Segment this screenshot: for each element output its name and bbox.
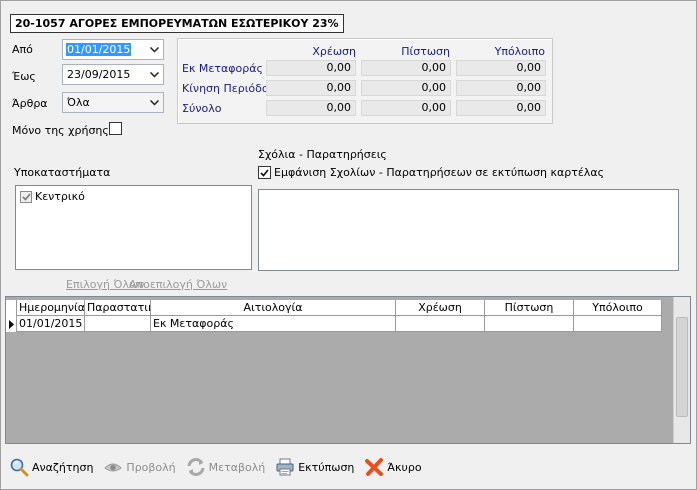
edit-button-label: Μεταβολή [208, 460, 266, 474]
summary-row-label: Σύνολο [182, 102, 222, 115]
grid-header: Ημερομηνία Παραστατικό Αιτιολογία Χρέωση… [6, 300, 662, 316]
entries-value: Όλα [67, 96, 90, 109]
cell-debit[interactable] [396, 316, 485, 332]
edit-button[interactable]: Μεταβολή [185, 456, 266, 478]
cancel-button[interactable]: Άκυρο [363, 456, 422, 478]
show-comments-checkbox[interactable] [258, 166, 271, 179]
summary-cell: 0,00 [456, 80, 546, 96]
grid-corner [6, 300, 17, 316]
cell-document[interactable] [85, 316, 151, 332]
x-icon [363, 456, 385, 478]
deselect-all-link[interactable]: Αποεπιλογή Όλων [129, 278, 227, 291]
chevron-down-icon[interactable] [146, 40, 163, 59]
entries-label: Άρθρα [12, 97, 48, 110]
table-row[interactable]: 01/01/2015 Εκ Μεταφοράς [6, 316, 662, 332]
comments-textarea[interactable] [258, 189, 679, 271]
cancel-button-label: Άκυρο [387, 460, 422, 474]
eye-icon [102, 456, 124, 478]
summary-cell: 0,00 [361, 60, 451, 76]
summary-cell: 0,00 [456, 60, 546, 76]
branch-label: Κεντρικό [35, 190, 85, 203]
from-label: Από [12, 43, 33, 56]
triangle-right-icon [6, 316, 17, 332]
scrollbar-thumb[interactable] [676, 317, 688, 417]
search-button[interactable]: Αναζήτηση [8, 456, 93, 478]
summary-cell: 0,00 [361, 80, 451, 96]
summary-cell: 0,00 [266, 80, 356, 96]
chevron-down-icon[interactable] [146, 93, 163, 112]
printer-icon [274, 456, 296, 478]
summary-header-balance: Υπόλοιπο [494, 45, 545, 58]
to-label: Έως [12, 70, 36, 83]
cell-credit[interactable] [485, 316, 574, 332]
entries-grid[interactable]: Ημερομηνία Παραστατικό Αιτιολογία Χρέωση… [5, 296, 691, 444]
column-header-balance[interactable]: Υπόλοιπο [574, 300, 662, 316]
column-header-credit[interactable]: Πίστωση [485, 300, 574, 316]
year-only-label: Μόνο της χρήσης [12, 124, 109, 137]
refresh-icon [185, 456, 207, 478]
summary-header-credit: Πίστωση [401, 45, 450, 58]
summary-header-debit: Χρέωση [312, 45, 356, 58]
comments-label: Σχόλια - Παρατηρήσεις [258, 148, 387, 161]
column-header-debit[interactable]: Χρέωση [396, 300, 485, 316]
to-date-combo[interactable]: 23/09/2015 [62, 64, 164, 85]
year-only-checkbox[interactable] [109, 122, 122, 135]
print-button[interactable]: Εκτύπωση [274, 456, 354, 478]
column-header-document[interactable]: Παραστατικό [85, 300, 151, 316]
cell-reason[interactable]: Εκ Μεταφοράς [151, 316, 396, 332]
from-date-combo[interactable]: 01/01/2015 [62, 39, 164, 60]
magnifier-icon [8, 456, 30, 478]
summary-row-label: Εκ Μεταφοράς [182, 62, 263, 75]
from-date-value: 01/01/2015 [66, 43, 132, 56]
vertical-scrollbar[interactable] [673, 297, 690, 443]
cell-balance[interactable] [574, 316, 662, 332]
account-title: 20-1057 ΑΓΟΡΕΣ ΕΜΠΟΡΕΥΜΑΤΩΝ ΕΣΩΤΕΡΙΚΟΥ 2… [10, 14, 344, 33]
summary-row-label: Κίνηση Περιόδου [182, 82, 275, 95]
view-button[interactable]: Προβολή [102, 456, 176, 478]
column-header-date[interactable]: Ημερομηνία [17, 300, 85, 316]
check-icon[interactable] [20, 190, 32, 203]
cell-date[interactable]: 01/01/2015 [17, 316, 85, 332]
view-button-label: Προβολή [126, 460, 176, 474]
summary-cell: 0,00 [266, 60, 356, 76]
entries-combo[interactable]: Όλα [62, 92, 164, 113]
show-comments-label: Εμφάνιση Σχολίων - Παρατηρήσεων σε εκτύπ… [274, 166, 605, 179]
bottom-toolbar: Αναζήτηση Προβολή Μεταβολή Εκτύπωση Άκυρ… [8, 454, 431, 480]
show-comments-option[interactable]: Εμφάνιση Σχολίων - Παρατηρήσεων σε εκτύπ… [258, 166, 604, 179]
branches-label: Υποκαταστήματα [14, 166, 111, 179]
list-item[interactable]: Κεντρικό [20, 190, 85, 203]
summary-cell: 0,00 [266, 100, 356, 116]
search-button-label: Αναζήτηση [32, 460, 94, 474]
summary-cell: 0,00 [456, 100, 546, 116]
branches-list[interactable]: Κεντρικό [15, 185, 252, 270]
chevron-down-icon[interactable] [146, 65, 163, 84]
to-date-value: 23/09/2015 [67, 68, 131, 81]
print-button-label: Εκτύπωση [298, 460, 355, 474]
column-header-reason[interactable]: Αιτιολογία [151, 300, 396, 316]
summary-panel: Χρέωση Πίστωση Υπόλοιπο Εκ Μεταφοράς 0,0… [177, 38, 553, 124]
summary-cell: 0,00 [361, 100, 451, 116]
